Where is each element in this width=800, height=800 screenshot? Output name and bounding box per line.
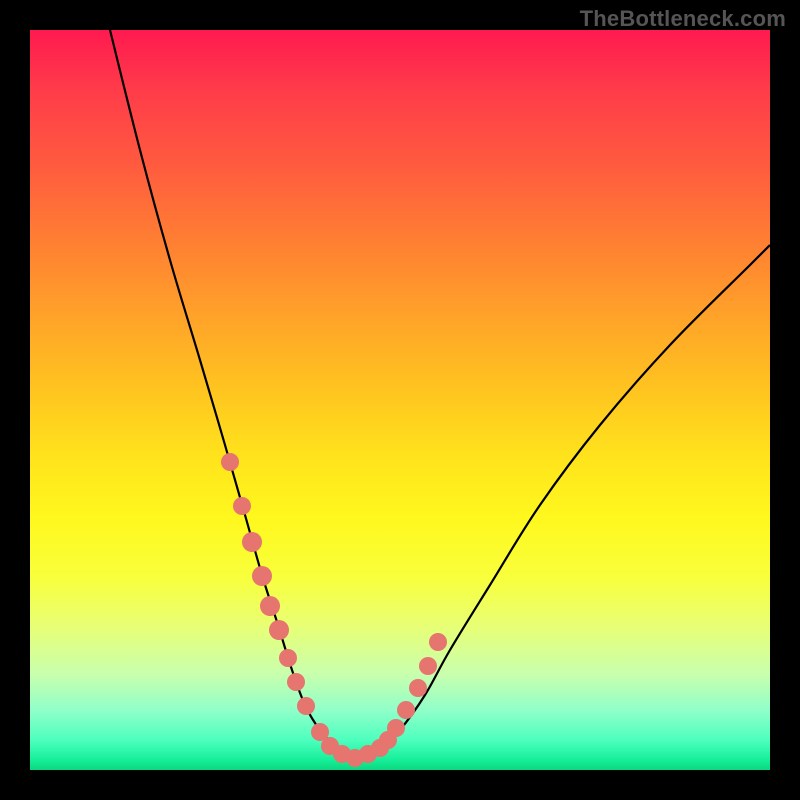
sample-marker xyxy=(221,453,239,471)
sample-marker xyxy=(287,673,305,691)
marker-group xyxy=(221,453,447,767)
sample-marker xyxy=(409,679,427,697)
sample-marker xyxy=(260,596,280,616)
sample-marker xyxy=(397,701,415,719)
sample-marker xyxy=(419,657,437,675)
sample-marker xyxy=(233,497,251,515)
sample-marker xyxy=(429,633,447,651)
sample-marker xyxy=(269,620,289,640)
sample-marker xyxy=(279,649,297,667)
curve-layer xyxy=(30,30,770,770)
sample-marker xyxy=(252,566,272,586)
sample-marker xyxy=(297,697,315,715)
chart-stage: TheBottleneck.com xyxy=(0,0,800,800)
sample-marker xyxy=(387,719,405,737)
watermark-text: TheBottleneck.com xyxy=(580,6,786,32)
sample-marker xyxy=(242,532,262,552)
plot-area xyxy=(30,30,770,770)
